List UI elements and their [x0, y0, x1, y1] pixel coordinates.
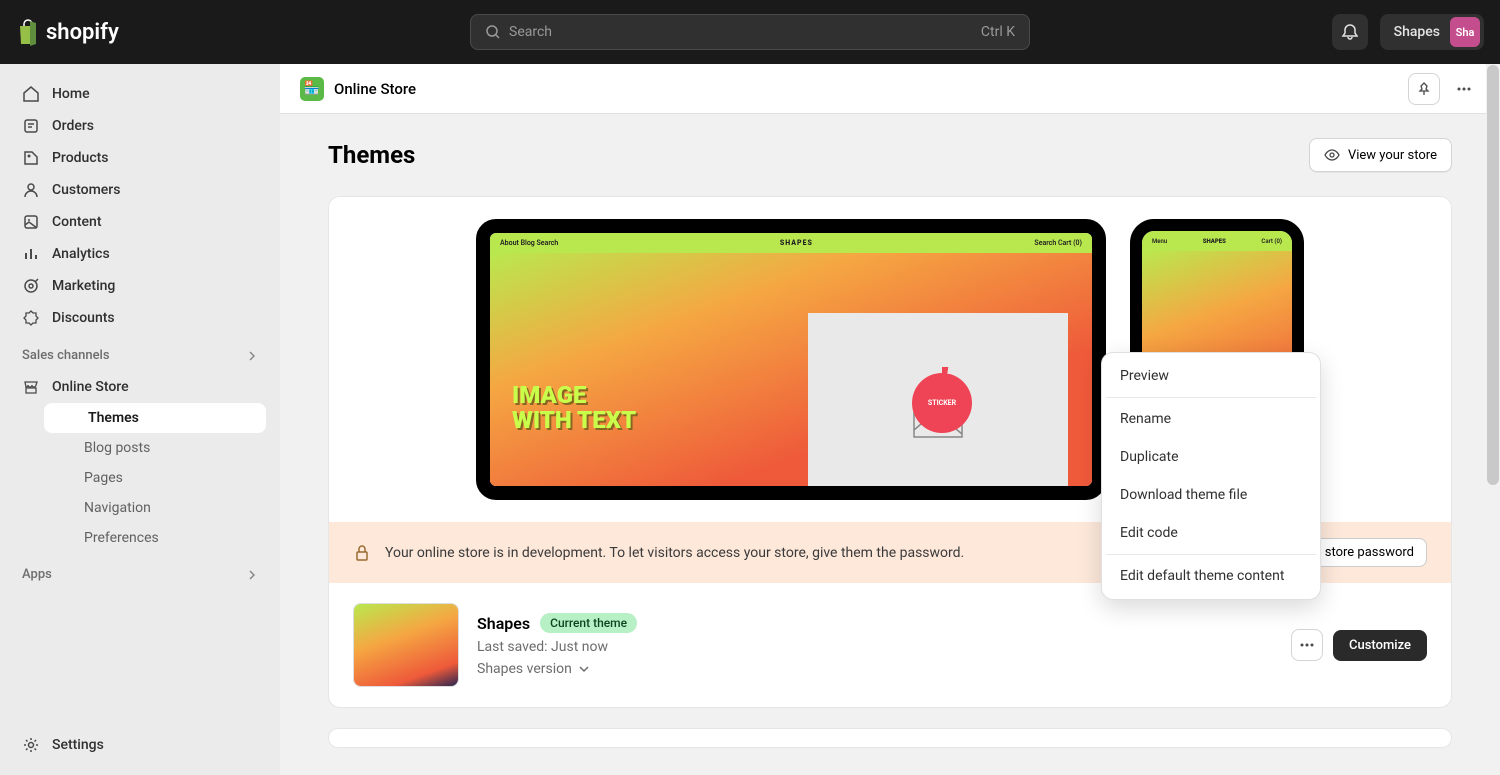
scrollbar-thumb[interactable] [1487, 65, 1499, 485]
view-store-button[interactable]: View your store [1309, 138, 1452, 172]
theme-name: Shapes [477, 614, 530, 633]
current-theme-badge: Current theme [540, 613, 637, 633]
nav-content[interactable]: Content [10, 206, 270, 238]
chevron-right-icon [246, 350, 258, 362]
theme-card: About Blog Search SHAPES Search Cart (0)… [328, 196, 1452, 708]
avatar: Sha [1450, 17, 1480, 47]
search-shortcut: Ctrl K [981, 24, 1015, 40]
page-header: 🏪 Online Store [280, 64, 1500, 114]
customers-icon [22, 181, 40, 199]
menu-edit-code[interactable]: Edit code [1106, 514, 1316, 552]
section-sales-channels[interactable]: Sales channels [10, 334, 270, 371]
customize-button[interactable]: Customize [1333, 630, 1427, 661]
theme-more-button[interactable] [1291, 629, 1323, 661]
subnav-themes[interactable]: Themes [44, 403, 266, 433]
content-icon [22, 213, 40, 231]
dots-icon [1456, 81, 1472, 97]
sidebar: Home Orders Products Customers Content A… [0, 64, 280, 775]
theme-actions-menu: Preview Rename Duplicate Download theme … [1101, 352, 1321, 600]
subnav-pages[interactable]: Pages [40, 463, 270, 493]
search-placeholder: Search [509, 24, 552, 40]
lock-icon [353, 544, 371, 562]
pin-button[interactable] [1408, 73, 1440, 105]
products-icon [22, 149, 40, 167]
topbar: shopify Search Ctrl K Shapes Sha [0, 0, 1500, 64]
marketing-icon [22, 277, 40, 295]
theme-version-dropdown[interactable]: Shapes version [477, 661, 637, 677]
main-content: 🏪 Online Store Themes View your store Ab… [280, 64, 1500, 775]
subnav-preferences[interactable]: Preferences [40, 523, 270, 553]
theme-row: Shapes Current theme Last saved: Just no… [329, 583, 1451, 707]
store-name: Shapes [1394, 24, 1440, 40]
nav-online-store[interactable]: Online Store [10, 371, 270, 403]
section-apps[interactable]: Apps [10, 553, 270, 590]
gear-icon [22, 736, 40, 754]
search-icon [485, 24, 501, 40]
next-card [328, 728, 1452, 748]
subnav-navigation[interactable]: Navigation [40, 493, 270, 523]
notifications-button[interactable] [1332, 14, 1368, 50]
desktop-preview: About Blog Search SHAPES Search Cart (0)… [476, 219, 1106, 500]
menu-divider [1106, 554, 1316, 555]
nav-home[interactable]: Home [10, 78, 270, 110]
menu-rename[interactable]: Rename [1106, 400, 1316, 438]
brand-text: shopify [46, 20, 119, 45]
nav-settings[interactable]: Settings [10, 729, 270, 761]
analytics-icon [22, 245, 40, 263]
subnav-blog-posts[interactable]: Blog posts [40, 433, 270, 463]
shopify-logo[interactable]: shopify [16, 18, 119, 46]
menu-divider [1106, 397, 1316, 398]
bell-icon [1341, 23, 1359, 41]
home-icon [22, 85, 40, 103]
menu-download[interactable]: Download theme file [1106, 476, 1316, 514]
chevron-right-icon [246, 569, 258, 581]
online-store-app-icon: 🏪 [300, 77, 324, 101]
eye-icon [1324, 147, 1340, 163]
notice-text: Your online store is in development. To … [385, 545, 964, 561]
menu-edit-default[interactable]: Edit default theme content [1106, 557, 1316, 595]
menu-preview[interactable]: Preview [1106, 357, 1316, 395]
pin-icon [1416, 81, 1432, 97]
store-switcher[interactable]: Shapes Sha [1380, 14, 1484, 50]
page-title: Themes [328, 141, 415, 169]
chevron-down-icon [578, 663, 590, 675]
menu-duplicate[interactable]: Duplicate [1106, 438, 1316, 476]
dots-icon [1299, 637, 1315, 653]
nav-customers[interactable]: Customers [10, 174, 270, 206]
orders-icon [22, 117, 40, 135]
sticker-badge: STICKER [912, 373, 972, 433]
nav-discounts[interactable]: Discounts [10, 302, 270, 334]
nav-analytics[interactable]: Analytics [10, 238, 270, 270]
nav-marketing[interactable]: Marketing [10, 270, 270, 302]
store-icon [22, 378, 40, 396]
breadcrumb: Online Store [334, 80, 416, 98]
discounts-icon [22, 309, 40, 327]
theme-last-saved: Last saved: Just now [477, 639, 637, 655]
theme-thumbnail [353, 603, 459, 687]
scrollbar[interactable] [1486, 64, 1500, 775]
nav-products[interactable]: Products [10, 142, 270, 174]
nav-orders[interactable]: Orders [10, 110, 270, 142]
search-input[interactable]: Search Ctrl K [470, 14, 1030, 50]
more-header-button[interactable] [1448, 73, 1480, 105]
shopify-bag-icon [16, 18, 40, 46]
